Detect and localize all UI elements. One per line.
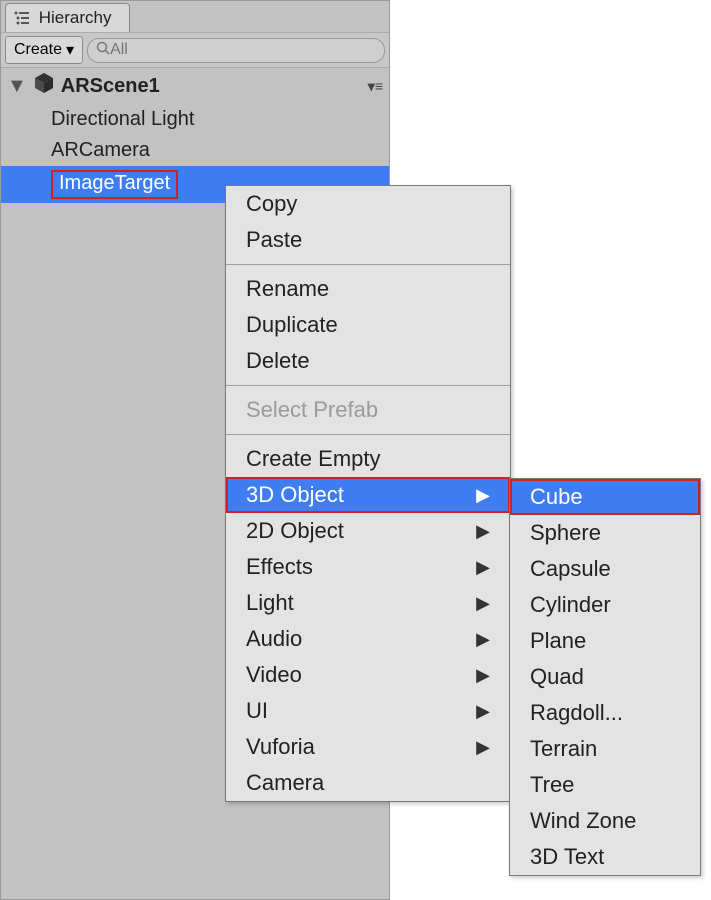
- scene-name: ARScene1: [61, 75, 160, 98]
- menu-item-vuforia[interactable]: Vuforia ▶: [226, 729, 510, 765]
- submenu-arrow-icon: ▶: [476, 665, 490, 686]
- hierarchy-icon: [14, 8, 39, 27]
- search-icon: [96, 41, 110, 60]
- menu-item-copy[interactable]: Copy: [226, 186, 510, 222]
- menu-item-select-prefab: Select Prefab: [226, 392, 510, 428]
- submenu-item-cube[interactable]: Cube: [510, 479, 700, 515]
- submenu-arrow-icon: ▶: [476, 701, 490, 722]
- search-input[interactable]: [110, 41, 376, 59]
- item-label: ImageTarget: [51, 170, 178, 199]
- disclosure-triangle-icon[interactable]: ▼: [7, 75, 27, 98]
- toolbar: Create ▾: [1, 32, 389, 68]
- submenu-item-ragdoll[interactable]: Ragdoll...: [510, 695, 700, 731]
- menu-separator: [226, 385, 510, 386]
- menu-item-3d-object[interactable]: 3D Object ▶: [226, 477, 510, 513]
- item-label: ARCamera: [51, 139, 150, 161]
- menu-separator: [226, 264, 510, 265]
- menu-separator: [226, 434, 510, 435]
- scene-row[interactable]: ▼ ARScene1 ▾≡: [1, 68, 389, 104]
- submenu-arrow-icon: ▶: [476, 485, 490, 506]
- submenu-item-tree[interactable]: Tree: [510, 767, 700, 803]
- submenu-arrow-icon: ▶: [476, 737, 490, 758]
- menu-item-effects[interactable]: Effects ▶: [226, 549, 510, 585]
- submenu-item-plane[interactable]: Plane: [510, 623, 700, 659]
- submenu-3d-object: Cube Sphere Capsule Cylinder Plane Quad …: [509, 478, 701, 876]
- hierarchy-item[interactable]: ARCamera: [1, 135, 389, 166]
- menu-item-audio[interactable]: Audio ▶: [226, 621, 510, 657]
- search-input-wrap[interactable]: [87, 38, 385, 63]
- menu-item-create-empty[interactable]: Create Empty: [226, 441, 510, 477]
- submenu-arrow-icon: ▶: [476, 629, 490, 650]
- hierarchy-body: ▼ ARScene1 ▾≡ Directional Light ARCamera…: [1, 68, 389, 203]
- create-label: Create: [14, 41, 62, 59]
- menu-item-duplicate[interactable]: Duplicate: [226, 307, 510, 343]
- submenu-arrow-icon: ▶: [476, 557, 490, 578]
- submenu-item-cylinder[interactable]: Cylinder: [510, 587, 700, 623]
- menu-item-paste[interactable]: Paste: [226, 222, 510, 258]
- tab-title: Hierarchy: [39, 8, 112, 27]
- menu-item-camera[interactable]: Camera: [226, 765, 510, 801]
- submenu-item-capsule[interactable]: Capsule: [510, 551, 700, 587]
- submenu-item-wind-zone[interactable]: Wind Zone: [510, 803, 700, 839]
- dropdown-icon: ▾: [66, 40, 74, 60]
- menu-item-ui[interactable]: UI ▶: [226, 693, 510, 729]
- submenu-arrow-icon: ▶: [476, 593, 490, 614]
- submenu-item-quad[interactable]: Quad: [510, 659, 700, 695]
- menu-item-rename[interactable]: Rename: [226, 271, 510, 307]
- submenu-item-3d-text[interactable]: 3D Text: [510, 839, 700, 875]
- hierarchy-tab[interactable]: Hierarchy: [5, 3, 130, 32]
- submenu-item-sphere[interactable]: Sphere: [510, 515, 700, 551]
- item-label: Directional Light: [51, 108, 194, 130]
- submenu-arrow-icon: ▶: [476, 521, 490, 542]
- menu-item-video[interactable]: Video ▶: [226, 657, 510, 693]
- hierarchy-item[interactable]: Directional Light: [1, 104, 389, 135]
- create-button[interactable]: Create ▾: [5, 36, 83, 64]
- scene-options-icon[interactable]: ▾≡: [368, 78, 383, 95]
- submenu-item-terrain[interactable]: Terrain: [510, 731, 700, 767]
- unity-scene-icon: [33, 72, 55, 100]
- menu-item-light[interactable]: Light ▶: [226, 585, 510, 621]
- menu-item-2d-object[interactable]: 2D Object ▶: [226, 513, 510, 549]
- menu-item-delete[interactable]: Delete: [226, 343, 510, 379]
- context-menu: Copy Paste Rename Duplicate Delete Selec…: [225, 185, 511, 802]
